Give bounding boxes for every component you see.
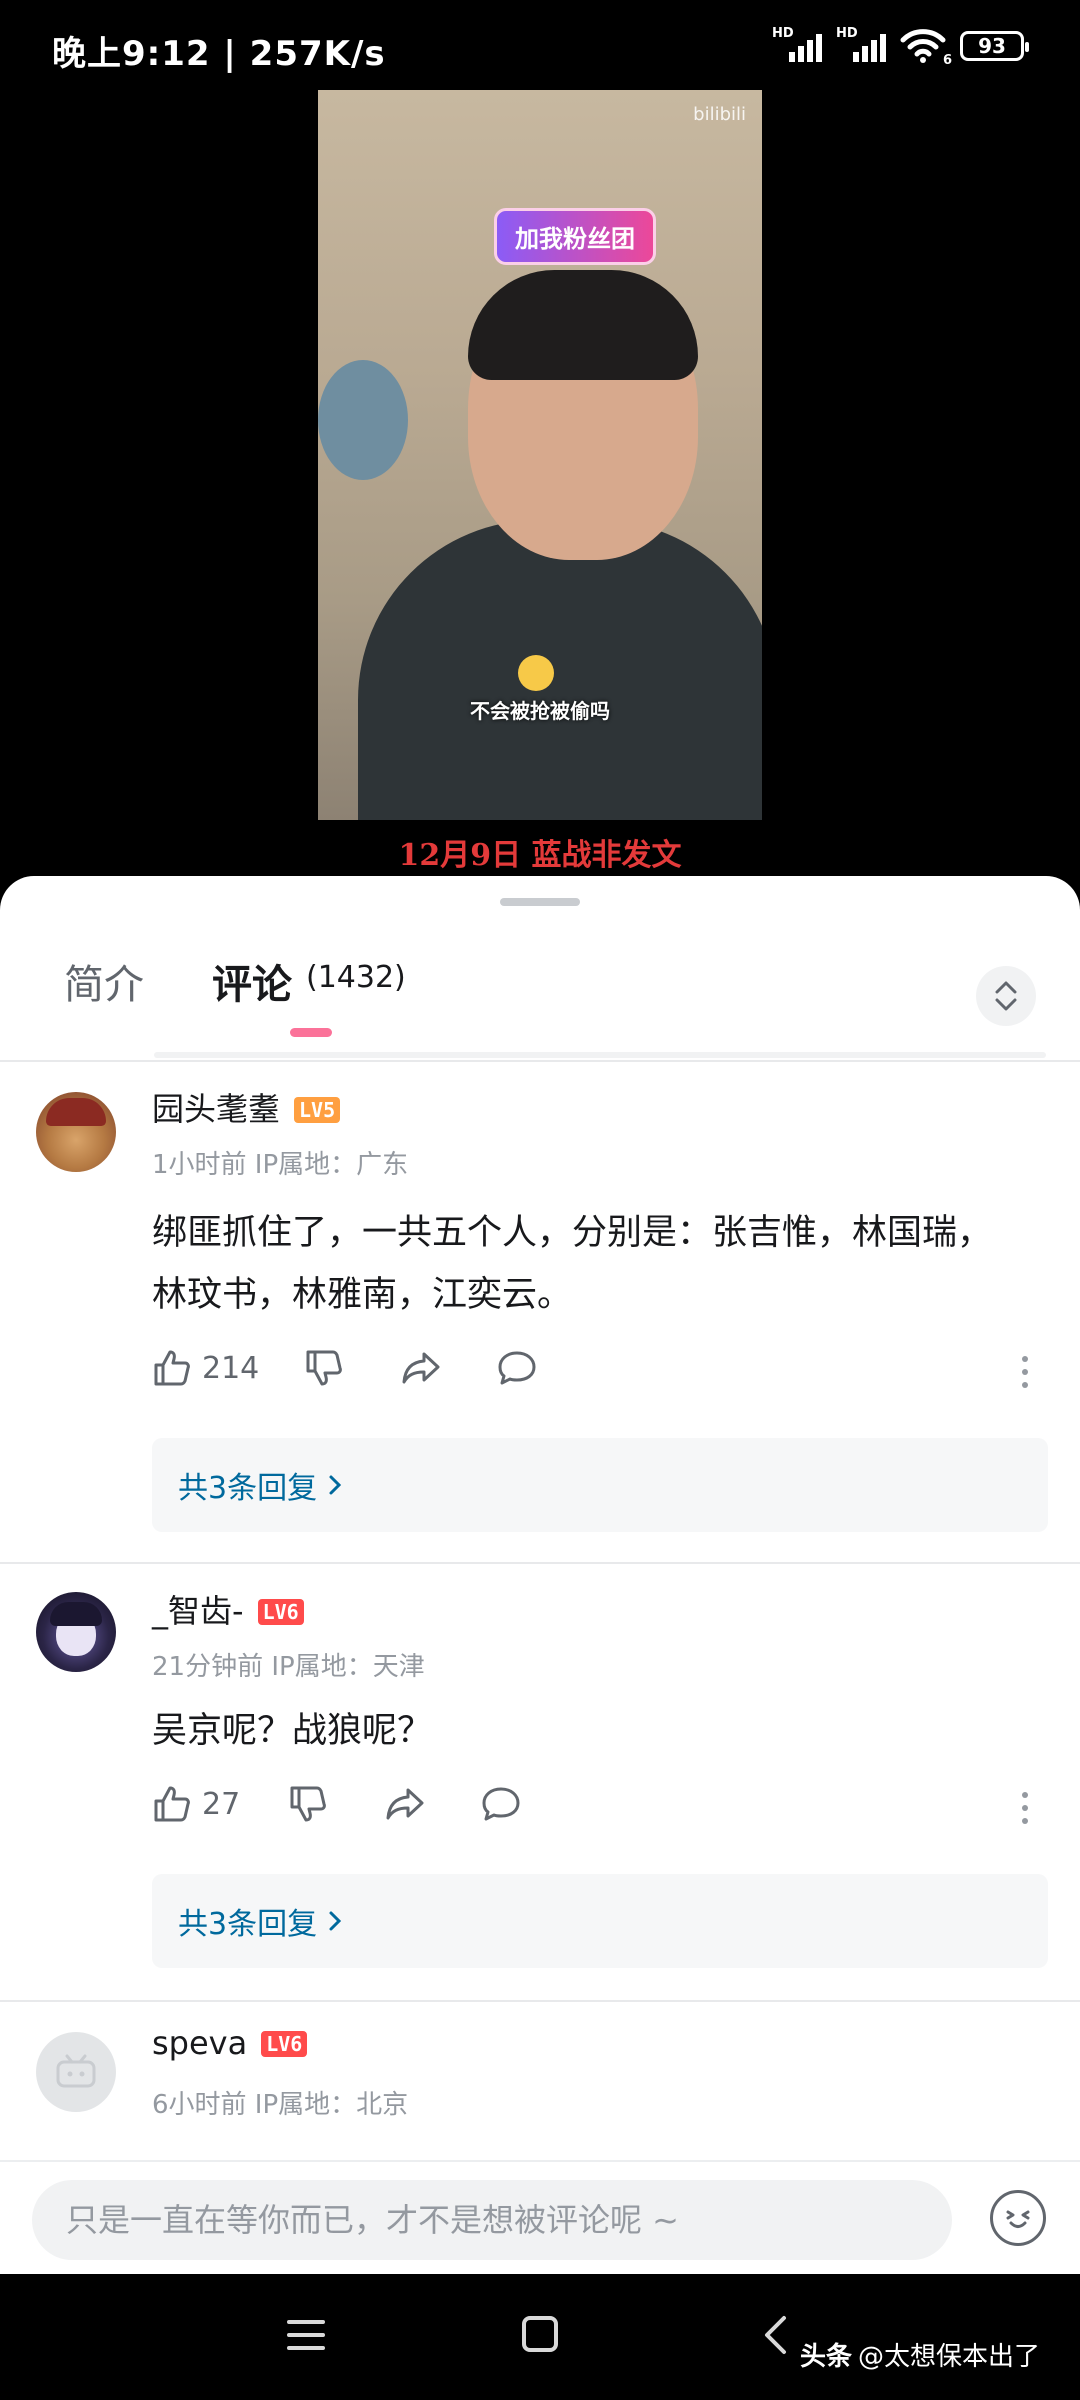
more-options-icon[interactable] (1022, 1792, 1028, 1824)
comment-meta: 1小时前 IP属地：广东 (152, 1150, 409, 1180)
chevron-right-icon (329, 1911, 342, 1931)
emoji-icon (1006, 2210, 1030, 2228)
comment-actions: 27 (152, 1784, 1042, 1834)
comment-username[interactable]: speva LV6 (152, 2024, 308, 2062)
level-badge: LV5 (294, 1097, 341, 1123)
default-avatar-icon[interactable] (36, 2032, 116, 2112)
share-button[interactable] (384, 1784, 426, 1824)
reply-button[interactable] (496, 1348, 538, 1388)
status-time: 晚上9:12 | 257K/s (52, 34, 386, 74)
username-text[interactable]: speva (152, 2024, 247, 2062)
menu-icon (287, 2320, 325, 2350)
signal-icon: HD (772, 26, 822, 64)
like-count: 27 (202, 1786, 241, 1822)
thumbs-down-icon (290, 1786, 326, 1822)
comment-meta: 6小时前 IP属地：北京 (152, 2090, 409, 2120)
video-player[interactable]: bilibili 加我粉丝团 不会被抢被偷吗 (318, 90, 762, 820)
comment-line: 绑匪抓住了，一共五个人，分别是：张吉惟，林国瑞， (152, 1213, 993, 1253)
avatar[interactable] (36, 1592, 116, 1672)
view-replies-button[interactable]: 共3条回复 (152, 1874, 1048, 1968)
signal-icon-2: HD (836, 26, 886, 64)
tab-intro[interactable]: 简介 (64, 952, 144, 1010)
wifi-icon: 6 (900, 28, 952, 68)
dislike-button[interactable] (304, 1348, 344, 1388)
tab-active-indicator (290, 1028, 332, 1037)
status-icons: HD HD 6 93 (772, 26, 1029, 68)
system-nav-bar: 头条 @太想保本出了 (0, 2274, 1080, 2400)
level-badge: LV6 (261, 2031, 308, 2057)
replies-count-text: 共3条回复 (178, 1471, 318, 1506)
reply-button[interactable] (480, 1784, 522, 1824)
comment-item: 园头耄耋 LV5 1小时前 IP属地：广东 绑匪抓住了，一共五个人，分别是：张吉惟… (0, 1062, 1080, 1532)
credit-author: @太想保本出了 (858, 2342, 1041, 2372)
comment-line: 林玟书，林雅南，江奕云。 (152, 1275, 573, 1315)
sort-updown-icon (995, 981, 1017, 1011)
dislike-button[interactable] (288, 1784, 328, 1824)
video-subtitle: 不会被抢被偷吗 (470, 699, 610, 723)
comment-meta: 21分钟前 IP属地：天津 (152, 1652, 425, 1682)
video-person-hair (468, 270, 698, 380)
video-watermark: bilibili (693, 104, 746, 125)
video-background-decor (318, 360, 408, 480)
avatar[interactable] (36, 1092, 116, 1172)
comment-username[interactable]: _智齿- LV6 (152, 1586, 304, 1632)
chevron-right-icon (329, 1475, 342, 1495)
recent-apps-button[interactable] (286, 2318, 326, 2356)
sheet-drag-handle[interactable] (500, 898, 580, 906)
comment-bubble-icon (498, 1351, 536, 1385)
emoji-picker-button[interactable] (990, 2190, 1046, 2246)
view-replies-button[interactable]: 共3条回复 (152, 1438, 1048, 1532)
back-chevron-icon (765, 2316, 786, 2354)
like-button[interactable]: 27 (152, 1784, 240, 1824)
replies-count-text: 共3条回复 (178, 1907, 318, 1942)
tab-bar: 简介 评论 (1432) (0, 920, 1080, 1058)
comment-text: 吴京呢？战狼呢？ (152, 1700, 1032, 1762)
battery-icon: 93 (960, 31, 1029, 61)
comment-actions: 214 (152, 1348, 1042, 1398)
like-button[interactable]: 214 (152, 1348, 259, 1388)
comment-text: 绑匪抓住了，一共五个人，分别是：张吉惟，林国瑞， 林玟书，林雅南，江奕云。 (152, 1202, 1032, 1326)
comment-count: (1432) (306, 960, 406, 995)
level-badge: LV6 (257, 1599, 304, 1625)
status-bar: 晚上9:12 | 257K/s HD HD 6 93 (0, 0, 1080, 100)
fans-club-sticker: 加我粉丝团 (494, 208, 656, 265)
wifi-sub-label: 6 (942, 53, 952, 68)
comment-line: 吴京呢？战狼呢？ (152, 1711, 433, 1751)
home-button[interactable] (522, 2316, 558, 2352)
sort-toggle-button[interactable] (976, 966, 1036, 1026)
comment-input[interactable]: 只是一直在等你而已，才不是想被评论呢 ~ (32, 2180, 952, 2260)
back-button[interactable] (762, 2314, 788, 2360)
share-icon (386, 1788, 424, 1820)
comment-input-bar: 只是一直在等你而已，才不是想被评论呢 ~ (0, 2160, 1080, 2274)
comment-username[interactable]: 园头耄耋 LV5 (152, 1084, 341, 1130)
share-icon (402, 1352, 440, 1384)
share-button[interactable] (400, 1348, 442, 1388)
comment-item: _智齿- LV6 21分钟前 IP属地：天津 吴京呢？战狼呢？ 27 共3条回复 (0, 1564, 1080, 1968)
thumbs-up-icon (154, 1786, 190, 1822)
video-person-body (358, 520, 762, 820)
username-text[interactable]: _智齿- (152, 1592, 244, 1630)
more-options-icon[interactable] (1022, 1356, 1028, 1388)
comment-sheet: 简介 评论 (1432) 园头耄耋 LV5 1小时前 IP属地：广东 绑匪抓住了，… (0, 876, 1080, 2274)
video-caption: 12月9日 蓝战非发文 (398, 838, 682, 873)
tab-comments[interactable]: 评论 (212, 952, 292, 1010)
tab-bar-divider (154, 1052, 1046, 1058)
like-count: 214 (202, 1350, 260, 1386)
source-credit: 头条 @太想保本出了 (800, 2336, 1040, 2373)
thumbs-down-icon (306, 1350, 342, 1386)
username-text[interactable]: 园头耄耋 (152, 1090, 280, 1128)
emoji-sticker-icon (518, 655, 554, 691)
thumbs-up-icon (154, 1350, 190, 1386)
credit-brand: 头条 (800, 2342, 853, 2372)
comment-bubble-icon (482, 1787, 520, 1821)
